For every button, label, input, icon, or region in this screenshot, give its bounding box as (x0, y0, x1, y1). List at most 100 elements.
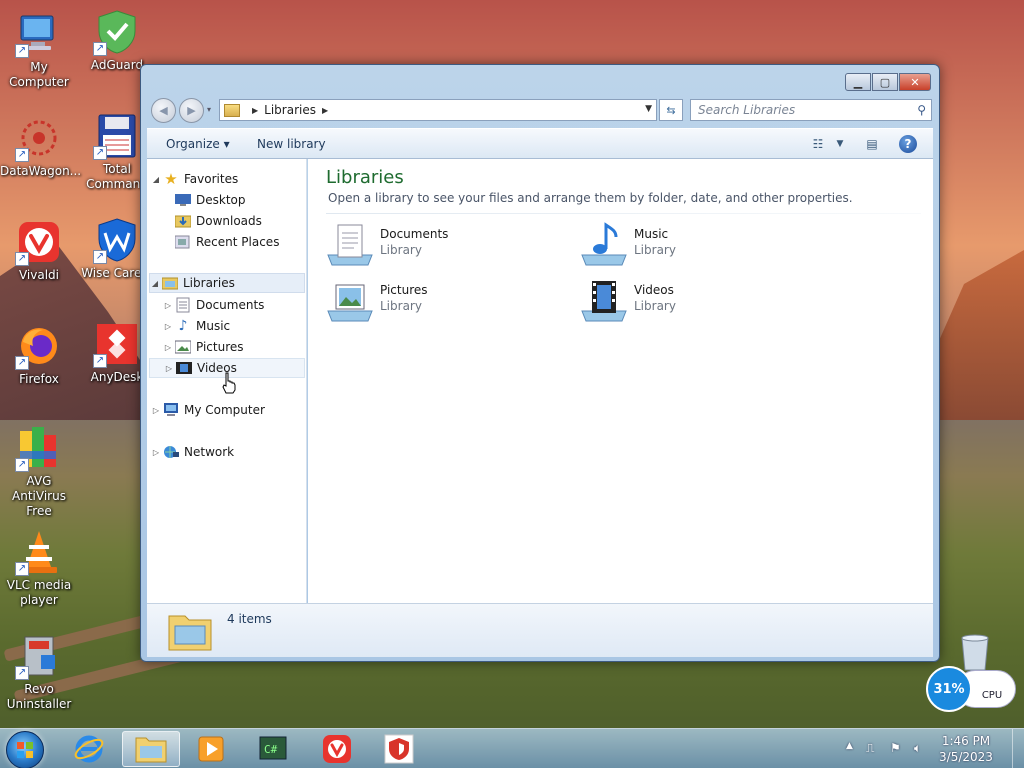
show-desktop-button[interactable] (1012, 729, 1024, 768)
taskbar-shield-app[interactable] (372, 731, 426, 767)
taskbar-csharp[interactable]: C# (246, 731, 300, 767)
organize-menu[interactable]: Organize ▾ (166, 137, 230, 151)
minimize-button[interactable]: ▁ (845, 73, 871, 91)
tree-item-downloads[interactable]: Downloads (175, 211, 262, 231)
shortcut-arrow-icon: ↗ (15, 356, 29, 370)
tree-item-my-computer[interactable]: ▷ My Computer (151, 400, 265, 420)
expand-arrow-icon[interactable]: ▷ (164, 364, 174, 373)
floppy-disk-icon: ↗ (93, 112, 141, 160)
start-button[interactable] (6, 731, 44, 768)
collapse-arrow-icon[interactable]: ◢ (150, 279, 160, 288)
close-icon: ✕ (910, 75, 920, 89)
expand-arrow-icon[interactable]: ▷ (151, 448, 161, 457)
desktop-icon-my-computer[interactable]: ↗ My Computer (0, 10, 78, 90)
desktop-icon-vivaldi[interactable]: ↗ Vivaldi (0, 218, 78, 283)
pictures-library-icon (326, 277, 374, 325)
desktop-icon-datawagon[interactable]: ↗ DataWagon... (0, 114, 81, 179)
expand-arrow-icon[interactable]: ▷ (163, 343, 173, 352)
libraries-folder-large-icon (167, 608, 213, 655)
search-icon[interactable]: ⚲ (917, 103, 926, 117)
breadcrumb-separator-icon[interactable]: ▶ (322, 106, 328, 115)
folder-icon (135, 737, 167, 763)
back-button[interactable]: ◀ (151, 98, 176, 123)
network-tray-icon[interactable]: ⎍ (866, 741, 874, 756)
adguard-shield-icon: ↗ (93, 8, 141, 56)
command-bar: Organize ▾ New library ☷ ▼ ▤ ? (147, 128, 933, 159)
library-tile-documents[interactable]: Documents Library (326, 221, 566, 271)
library-type: Library (634, 243, 676, 257)
show-hidden-icons-button[interactable]: ▲ (846, 741, 853, 751)
desktop-icon-firefox[interactable]: ↗ Firefox (0, 322, 78, 387)
breadcrumb-libraries[interactable]: Libraries (264, 103, 316, 117)
forward-button[interactable]: ▶ (179, 98, 204, 123)
desktop-icon-avg[interactable]: ↗ AVG AntiVirus Free (0, 424, 78, 519)
breadcrumb-separator-icon[interactable]: ▶ (252, 106, 258, 115)
shortcut-arrow-icon: ↗ (93, 42, 107, 56)
page-description: Open a library to see your files and arr… (328, 191, 853, 205)
library-tile-music[interactable]: Music Library (580, 221, 820, 271)
minimize-icon: ▁ (853, 75, 863, 89)
tree-item-recent-places[interactable]: Recent Places (175, 232, 279, 252)
explorer-window[interactable]: ▁ ▢ ✕ ◀ ▶ ▾ ▶ Libraries ▶ ▼ ⇆ Search Lib… (140, 64, 940, 662)
page-title: Libraries (326, 167, 404, 188)
library-name: Pictures (380, 283, 428, 297)
tree-item-documents[interactable]: ▷ Documents (163, 295, 264, 315)
shortcut-arrow-icon: ↗ (15, 666, 29, 680)
search-input[interactable]: Search Libraries ⚲ (690, 99, 932, 121)
change-view-icon[interactable]: ☷ (809, 136, 827, 152)
action-center-flag-icon[interactable]: ⚑ (890, 741, 901, 755)
collapse-arrow-icon[interactable]: ◢ (151, 175, 161, 184)
documents-library-icon (326, 221, 374, 269)
address-dropdown-icon[interactable]: ▼ (645, 104, 652, 114)
preview-pane-icon[interactable]: ▤ (863, 136, 881, 152)
expand-arrow-icon[interactable]: ▷ (163, 322, 173, 331)
tree-item-pictures[interactable]: ▷ Pictures (163, 337, 244, 357)
tree-item-favorites[interactable]: ◢ ★ Favorites (151, 169, 238, 189)
libraries-folder-icon (224, 103, 240, 117)
taskbar-vivaldi[interactable] (310, 731, 364, 767)
internet-explorer-icon (74, 735, 104, 763)
desktop-icon-revo[interactable]: ↗ Revo Uninstaller (0, 632, 78, 712)
maximize-icon: ▢ (879, 75, 891, 89)
avg-icon: ↗ (15, 424, 63, 472)
library-type: Library (634, 299, 676, 313)
shortcut-arrow-icon: ↗ (93, 146, 107, 160)
tree-item-libraries[interactable]: ◢ Libraries (149, 273, 305, 293)
library-tile-videos[interactable]: Videos Library (580, 277, 820, 327)
tree-item-music[interactable]: ▷ ♪ Music (163, 316, 230, 336)
library-type: Library (380, 243, 422, 257)
downloads-folder-icon (175, 213, 191, 229)
tree-item-desktop[interactable]: Desktop (175, 190, 246, 210)
vivaldi-icon (323, 735, 351, 763)
recent-places-icon (175, 234, 191, 250)
library-name: Music (634, 227, 669, 241)
refresh-button[interactable]: ⇆ (659, 99, 683, 121)
close-button[interactable]: ✕ (899, 73, 931, 91)
address-bar[interactable]: ▶ Libraries ▶ ▼ (219, 99, 657, 121)
help-icon[interactable]: ? (899, 135, 917, 153)
refresh-icon: ⇆ (666, 103, 676, 117)
shortcut-arrow-icon: ↗ (15, 252, 29, 266)
view-options-dropdown-icon[interactable]: ▼ (831, 136, 849, 152)
tree-item-network[interactable]: ▷ Network (151, 442, 234, 462)
music-library-icon (580, 221, 628, 269)
expand-arrow-icon[interactable]: ▷ (151, 406, 161, 415)
new-library-button[interactable]: New library (257, 137, 326, 151)
taskbar-explorer[interactable] (122, 731, 180, 767)
taskbar-media-player[interactable] (184, 731, 238, 767)
system-clock[interactable]: 1:46 PM 3/5/2023 (936, 733, 996, 765)
library-type: Library (380, 299, 422, 313)
pictures-icon (175, 339, 191, 355)
recent-pages-dropdown[interactable]: ▾ (207, 105, 211, 114)
volume-icon[interactable]: 🔈︎ (914, 741, 921, 756)
expand-arrow-icon[interactable]: ▷ (163, 301, 173, 310)
taskbar: C# ▲ ⎍ ⚑ 🔈︎ 1:46 PM 3/5/2023 (0, 728, 1024, 768)
documents-icon (175, 297, 191, 313)
taskbar-internet-explorer[interactable] (62, 731, 116, 767)
shortcut-arrow-icon: ↗ (15, 458, 29, 472)
cpu-percent: 31% (926, 666, 972, 712)
cpu-monitor-widget[interactable]: 31% CPU (926, 666, 1018, 712)
desktop-icon-vlc[interactable]: ↗ VLC media player (0, 528, 78, 608)
maximize-button[interactable]: ▢ (872, 73, 898, 91)
library-tile-pictures[interactable]: Pictures Library (326, 277, 566, 327)
